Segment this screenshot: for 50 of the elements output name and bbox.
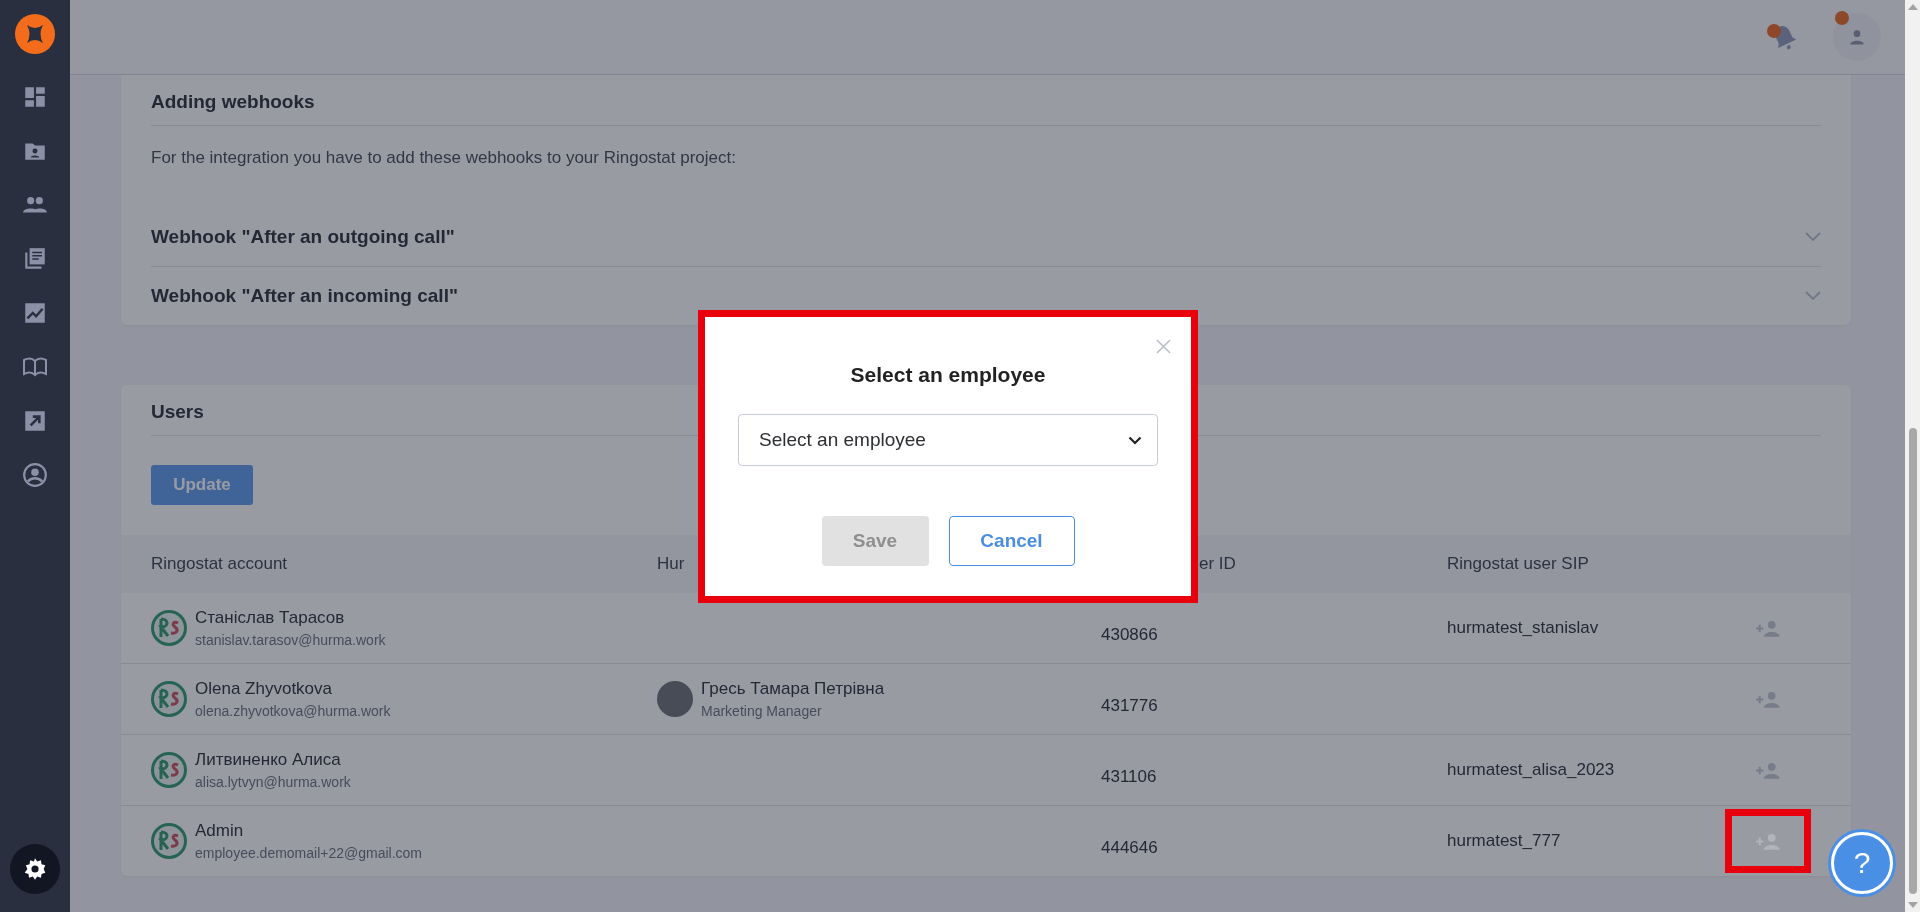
settings-button[interactable] <box>10 844 60 894</box>
webhook-title[interactable]: Webhook "After an incoming call" <box>151 285 458 307</box>
column-header: Ringostat user SIP <box>1447 554 1589 574</box>
external-link-icon[interactable] <box>22 408 48 434</box>
help-button[interactable]: ? <box>1831 832 1893 894</box>
add-user-icon <box>1756 832 1780 850</box>
account-email: employee.demomail+22@gmail.com <box>195 845 423 861</box>
column-header: Hur <box>657 554 685 574</box>
logo-icon <box>151 752 187 788</box>
user-sip: hurmatest_alisa_2023 <box>1447 760 1615 779</box>
user-id: 431106 <box>1101 766 1157 787</box>
section-title: Adding webhooks <box>151 75 1821 126</box>
account-name: Admin <box>195 821 245 841</box>
documents-icon[interactable] <box>22 246 48 272</box>
account-name: Olena Zhyvotkova <box>195 679 333 699</box>
avatar-photo <box>657 681 693 717</box>
dashboard-icon[interactable] <box>22 84 48 110</box>
add-user-icon <box>1756 619 1780 637</box>
employee-name: Гресь Тамара Петрівна <box>701 679 885 699</box>
settings-icon <box>22 856 48 882</box>
logo-icon[interactable] <box>15 14 55 54</box>
account-email: olena.zhyvotkova@hurma.work <box>195 703 391 719</box>
cancel-button[interactable]: Cancel <box>948 516 1075 566</box>
employee-position: Marketing Manager <box>701 703 823 719</box>
column-header: Ringostat account <box>151 554 288 574</box>
user-id: 444646 <box>1101 837 1158 858</box>
account-name: Литвиненко Алиса <box>195 750 342 770</box>
account-name: Станіслав Тарасов <box>195 608 346 628</box>
webhook-title[interactable]: Webhook "After an outgoing call" <box>151 226 455 248</box>
add-user-icon <box>1756 690 1780 708</box>
user-sip: hurmatest_stanislav <box>1447 618 1599 637</box>
person-icon <box>1847 27 1867 47</box>
account-email: alisa.lytvyn@hurma.work <box>195 774 351 790</box>
update-button[interactable]: Update <box>151 465 253 505</box>
logo-icon <box>151 610 187 646</box>
scrollbar[interactable] <box>1905 0 1920 912</box>
dialog-title: Select an employee <box>850 363 1046 387</box>
account-email: stanislav.tarasov@hurma.work <box>195 632 386 648</box>
logo-icon <box>151 681 187 717</box>
chart-icon[interactable] <box>22 300 48 326</box>
column-header: er ID <box>1199 554 1236 574</box>
user-id: 430866 <box>1101 624 1158 645</box>
account-icon[interactable] <box>22 462 48 488</box>
user-id: 431776 <box>1101 695 1158 716</box>
intro-text: For the integration you have to add these webhooks to your Ringostat project: <box>151 147 737 169</box>
add-user-icon <box>1756 761 1780 779</box>
user-sip: hurmatest_777 <box>1447 831 1561 850</box>
chevron-icon <box>1128 435 1142 445</box>
logo-icon <box>151 823 187 859</box>
profile-avatar[interactable] <box>1833 13 1881 61</box>
